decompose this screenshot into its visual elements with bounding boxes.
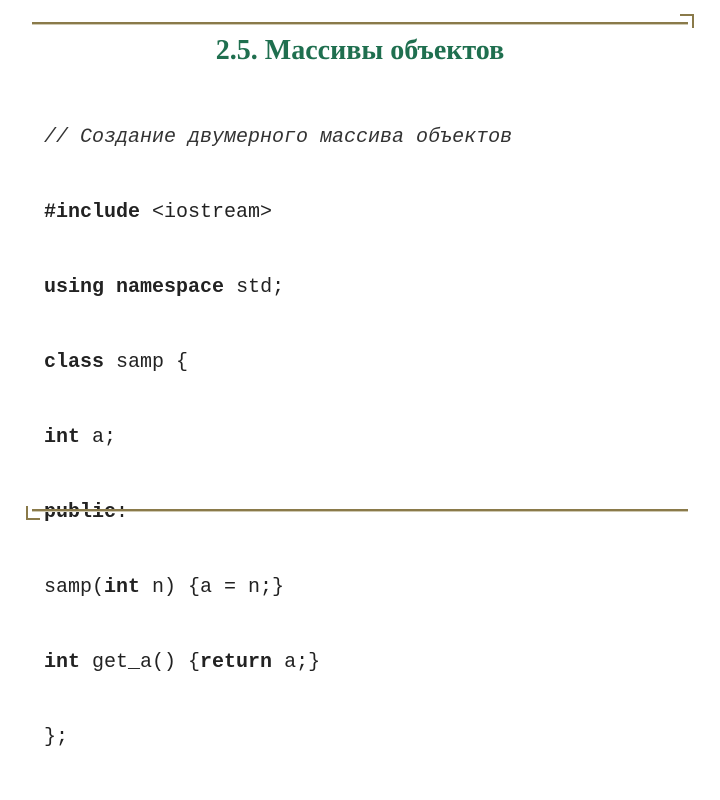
code-text: : — [116, 501, 128, 524]
keyword: int — [44, 426, 80, 449]
keyword: int — [44, 651, 80, 674]
code-line: int get_a() {return a;} — [44, 650, 688, 675]
code-text: n) {a = n;} — [140, 576, 284, 599]
code-text: a;} — [272, 651, 320, 674]
code-text: get_a() { — [80, 651, 200, 674]
code-line: using namespace std; — [44, 275, 688, 300]
keyword: return — [200, 651, 272, 674]
code-text: <iostream> — [140, 201, 272, 224]
corner-decoration-bl — [26, 506, 40, 520]
code-text: std; — [224, 276, 284, 299]
slide-title: 2.5. Массивы объектов — [32, 35, 688, 67]
slide: 2.5. Массивы объектов // Создание двумер… — [0, 0, 720, 540]
keyword: class — [44, 351, 104, 374]
code-block: // Создание двумерного массива объектов … — [44, 75, 688, 800]
code-line: // Создание двумерного массива объектов — [44, 125, 688, 150]
code-text: samp( — [44, 576, 104, 599]
rule-top — [32, 22, 688, 25]
keyword: #include — [44, 201, 140, 224]
code-line: #include <iostream> — [44, 200, 688, 225]
code-line: int a; — [44, 425, 688, 450]
keyword: namespace — [116, 276, 224, 299]
keyword: public — [44, 501, 116, 524]
code-line: public: — [44, 500, 688, 525]
code-comment: // Создание двумерного массива объектов — [44, 126, 512, 149]
keyword: using — [44, 276, 104, 299]
code-line: class samp { — [44, 350, 688, 375]
rule-bottom — [32, 509, 688, 512]
corner-decoration-tr — [680, 14, 694, 28]
code-text: a; — [80, 426, 116, 449]
code-text: }; — [44, 726, 68, 749]
code-text: samp { — [104, 351, 188, 374]
code-line: samp(int n) {a = n;} — [44, 575, 688, 600]
keyword: int — [104, 576, 140, 599]
code-line: }; — [44, 725, 688, 750]
